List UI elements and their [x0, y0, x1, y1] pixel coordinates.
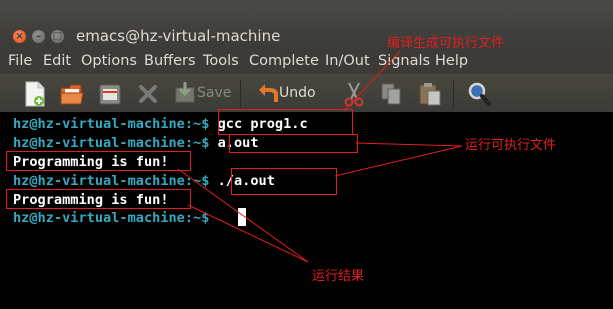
annotation-arrows: [177, 50, 463, 263]
annotation-result: 运行结果: [312, 269, 365, 284]
annotation-run: 运行可执行文件: [465, 138, 557, 153]
annotation-compile: 编译生成可执行文件: [387, 36, 505, 51]
